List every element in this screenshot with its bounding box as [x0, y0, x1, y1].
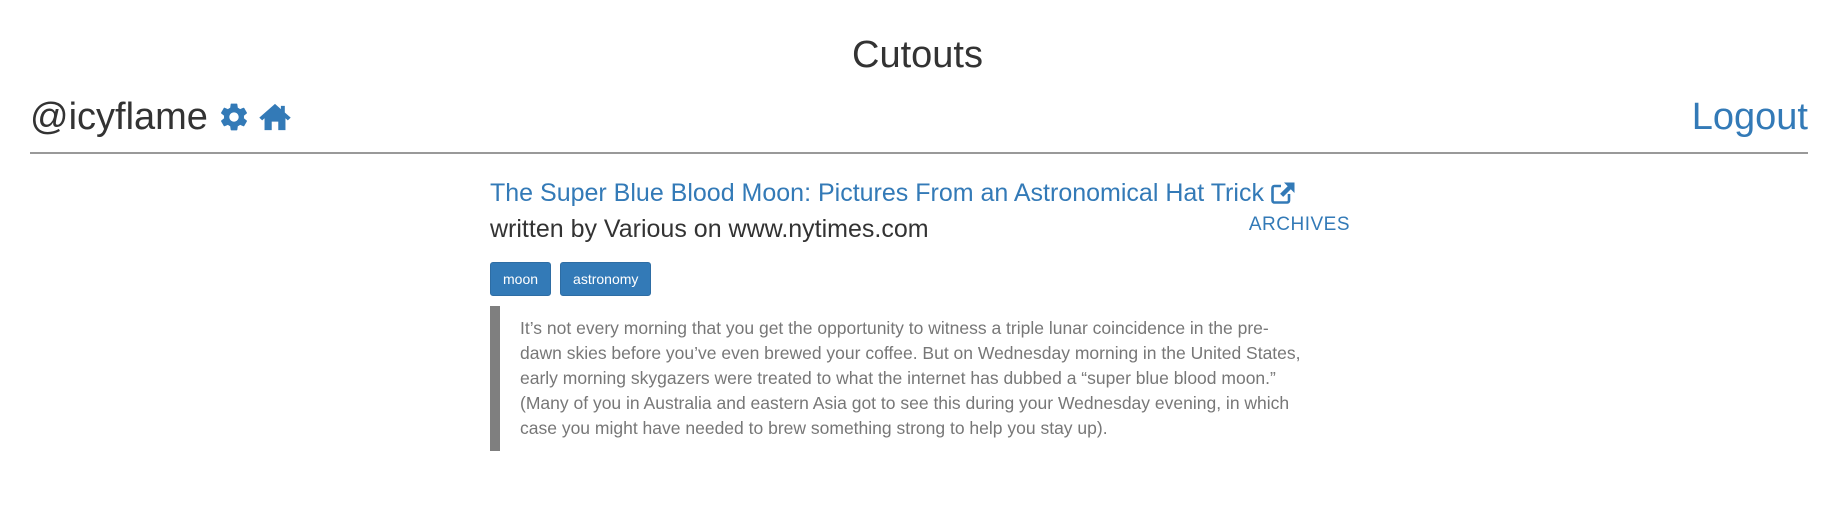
excerpt-text: It’s not every morning that you get the …: [520, 318, 1301, 438]
app-title: Cutouts: [852, 34, 983, 76]
username: @icyflame: [30, 96, 208, 138]
tag-astronomy[interactable]: astronomy: [560, 262, 652, 296]
user-block: @icyflame: [30, 94, 292, 140]
article-byline: written by Various on www.nytimes.com: [490, 215, 929, 243]
external-link-icon[interactable]: [1270, 181, 1296, 205]
home-icon[interactable]: [258, 101, 292, 133]
header-divider: [30, 152, 1808, 154]
article-card: The Super Blue Blood Moon: Pictures From…: [490, 177, 1350, 451]
logout-link[interactable]: Logout: [1692, 94, 1808, 140]
article-title-row: The Super Blue Blood Moon: Pictures From…: [490, 177, 1350, 209]
gear-icon[interactable]: [218, 101, 250, 133]
tag-list: moon astronomy: [490, 262, 1350, 296]
article-title-link[interactable]: The Super Blue Blood Moon: Pictures From…: [490, 177, 1264, 209]
tag-moon[interactable]: moon: [490, 262, 552, 296]
byline-row: written by Various on www.nytimes.com AR…: [490, 209, 1350, 249]
archives-link[interactable]: ARCHIVES: [1249, 213, 1350, 237]
article-excerpt: It’s not every morning that you get the …: [490, 306, 1330, 451]
top-bar: @icyflame Logout: [30, 94, 1808, 140]
